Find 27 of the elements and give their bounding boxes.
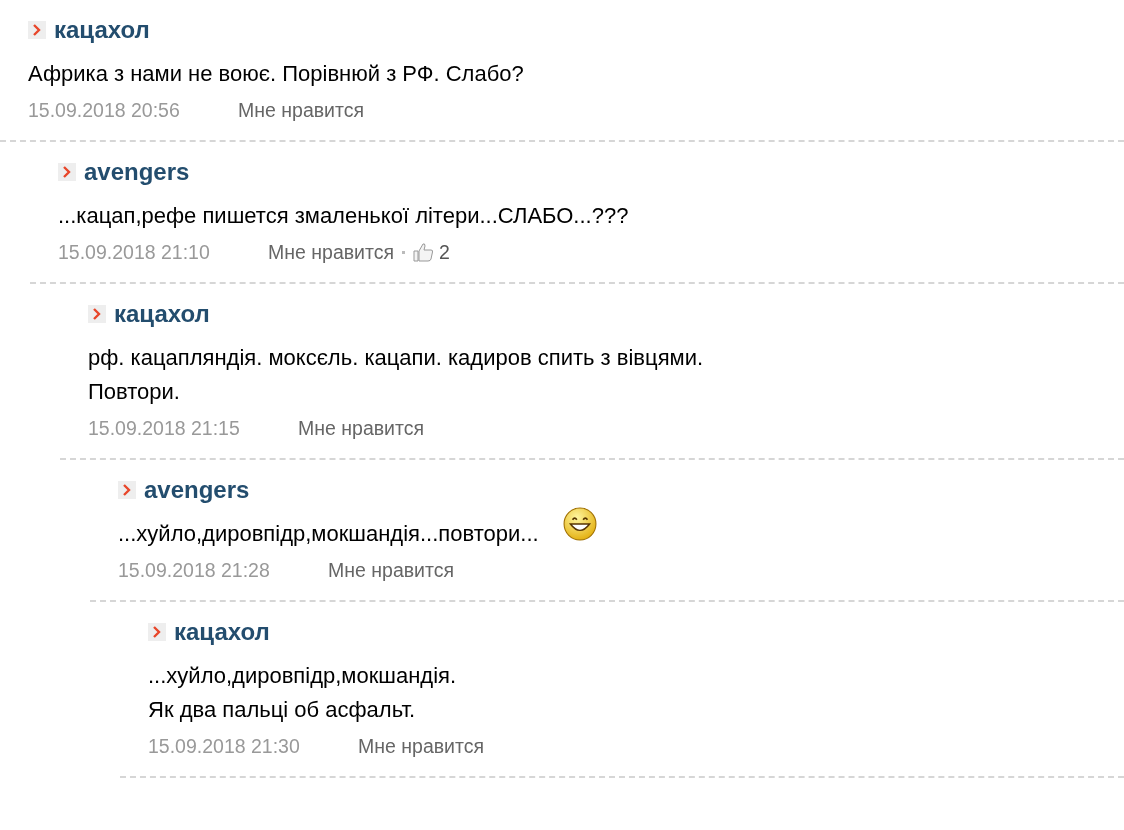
comment-text: ...кацап,рефе пишется змаленької літери...СЛАБО...??? <box>58 202 629 230</box>
chevron-icon <box>58 163 76 181</box>
comment-text: ...хуйло,дировпідр,мокшандія...повтори... <box>118 520 539 548</box>
chevron-icon <box>148 623 166 641</box>
chevron-icon <box>88 305 106 323</box>
comment-date: 15.09.2018 21:10 <box>58 240 211 264</box>
comment-date: 15.09.2018 21:28 <box>118 558 271 582</box>
thumbs-up-icon <box>413 242 435 262</box>
like-count: 2 <box>439 240 450 264</box>
comment-text: Африка з нами не воює. Порівнюй з РФ. Слабо? <box>28 60 524 88</box>
comment-date: 15.09.2018 21:15 <box>88 416 241 440</box>
like-link[interactable]: Мне нравится <box>268 240 394 264</box>
comment-date: 15.09.2018 21:30 <box>148 734 301 758</box>
like-link[interactable]: Мне нравится <box>298 416 424 440</box>
comment-text: рф. кацапляндія. моксєль. кацапи. кадиров спить з вівцями. Повтори. <box>88 344 704 406</box>
like-link[interactable]: Мне нравится <box>328 558 454 582</box>
chevron-icon <box>118 481 136 499</box>
comment-date: 15.09.2018 20:56 <box>28 98 181 122</box>
author-link[interactable]: avengers <box>84 158 190 186</box>
author-link[interactable]: кацахол <box>174 618 270 646</box>
author-link[interactable]: avengers <box>144 476 250 504</box>
like-link[interactable]: Мне нравится <box>358 734 484 758</box>
author-link[interactable]: кацахол <box>54 16 150 44</box>
comment-text: ...хуйло,дировпідр,мокшандія. Як два пальці об асфальт. <box>148 662 457 724</box>
chevron-icon <box>28 21 46 39</box>
author-link[interactable]: кацахол <box>114 300 210 328</box>
like-link[interactable]: Мне нравится <box>238 98 364 122</box>
